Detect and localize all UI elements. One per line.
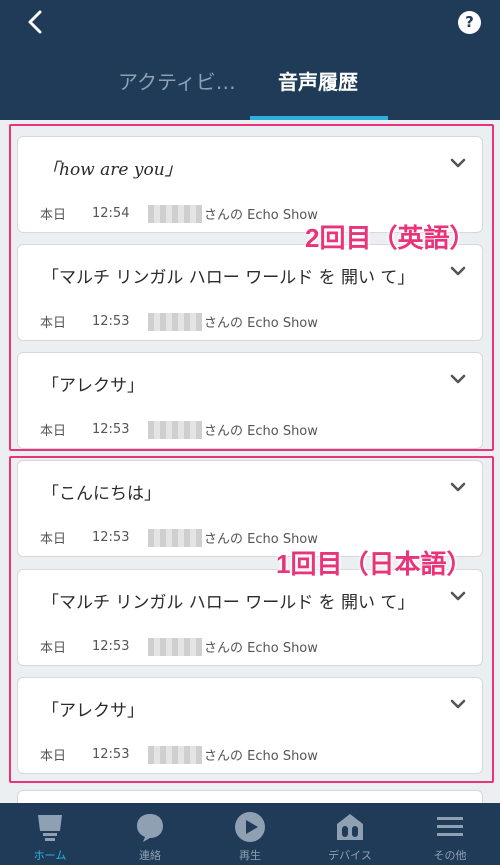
nav-more[interactable]: その他 bbox=[400, 803, 500, 865]
top-app-bar: ? アクティビ… 音声履歴 bbox=[0, 0, 500, 120]
help-icon[interactable]: ? bbox=[458, 11, 481, 34]
nav-home[interactable]: ホーム bbox=[0, 803, 100, 865]
devices-icon bbox=[337, 814, 363, 840]
voice-history-list[interactable]: 「how are you」 本日 12:54 さんの Echo Show 「マル… bbox=[0, 120, 500, 803]
annotation-frame-english bbox=[9, 124, 494, 451]
annotation-frame-japanese bbox=[9, 456, 494, 783]
tab-activity[interactable]: アクティビ… bbox=[118, 66, 246, 95]
nav-play[interactable]: 再生 bbox=[200, 803, 300, 865]
menu-icon bbox=[437, 817, 463, 836]
chat-bubble-icon bbox=[137, 814, 163, 842]
nav-play-label: 再生 bbox=[239, 849, 261, 862]
annotation-label-english: 2回目（英語） bbox=[305, 223, 476, 253]
nav-devices[interactable]: デバイス bbox=[300, 803, 400, 865]
annotation-label-japanese: 1回目（日本語） bbox=[276, 549, 473, 579]
nav-home-label: ホーム bbox=[33, 849, 67, 862]
nav-communicate-label: 連絡 bbox=[139, 849, 161, 862]
tab-voice-history[interactable]: 音声履歴 bbox=[278, 66, 358, 95]
bottom-navigation: ホーム 連絡 再生 デバイス その他 bbox=[0, 803, 500, 865]
back-arrow-icon[interactable] bbox=[22, 8, 50, 36]
home-icon bbox=[38, 815, 62, 841]
history-item-partial[interactable] bbox=[17, 790, 483, 803]
nav-more-label: その他 bbox=[433, 849, 467, 862]
nav-devices-label: デバイス bbox=[328, 849, 372, 862]
play-icon bbox=[235, 812, 265, 842]
nav-communicate[interactable]: 連絡 bbox=[100, 803, 200, 865]
